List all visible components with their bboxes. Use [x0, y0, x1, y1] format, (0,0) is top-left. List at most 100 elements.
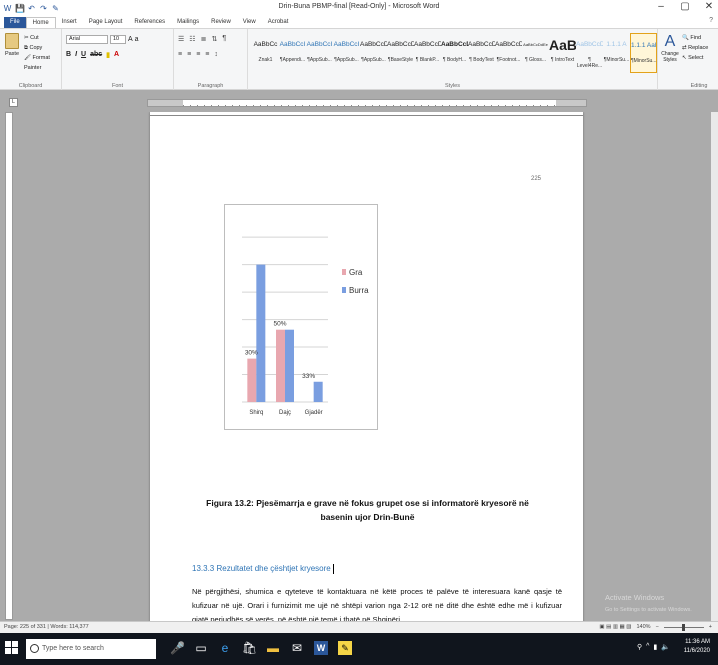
store-icon[interactable]: 🛍: [242, 641, 257, 655]
grow-font-icon[interactable]: A: [128, 36, 133, 43]
cut-button[interactable]: ✂ Cut: [24, 33, 61, 43]
style-item[interactable]: AaBbCcDc ¶AppSub...: [360, 33, 387, 73]
show-marks-icon[interactable]: ¶: [222, 35, 226, 43]
style-item[interactable]: AaBbCcD ¶ Level4Re...: [576, 33, 603, 73]
legend-swatch: [342, 269, 346, 275]
highlight-icon[interactable]: ▮: [106, 51, 110, 59]
clipboard-actions: ✂ Cut ⧉ Copy 🖌 Format Painter: [24, 33, 61, 73]
zoom-in-icon[interactable]: +: [709, 622, 712, 633]
tab-page-layout[interactable]: Page Layout: [83, 17, 129, 28]
find-button[interactable]: 🔍 Find: [682, 33, 708, 43]
close-button[interactable]: ✕: [702, 1, 716, 12]
document-page[interactable]: 225 Shirq Dajç Gjadër 30% 50% 33% Gra Burra Fig…: [150, 112, 583, 621]
tab-mailings[interactable]: Mailings: [171, 17, 205, 28]
style-item[interactable]: AaBbCcDc ¶ BlankP...: [414, 33, 441, 73]
view-buttons-icon[interactable]: ▣ ▤ ▥ ▦ ▧: [599, 622, 631, 633]
numbering-icon[interactable]: ☷: [189, 35, 195, 43]
change-styles-button[interactable]: A Change Styles: [658, 33, 682, 63]
style-item[interactable]: AaBbCcI ¶AppSub...: [333, 33, 360, 73]
font-color-icon[interactable]: A: [114, 51, 119, 59]
multilevel-list-icon[interactable]: ≣: [201, 35, 207, 43]
zoom-out-icon[interactable]: −: [656, 622, 659, 633]
style-sample: 1.1.1 A: [606, 41, 627, 48]
select-button[interactable]: ↖ Select: [682, 53, 708, 63]
line-spacing-icon[interactable]: ↕: [214, 51, 218, 58]
word-taskbar-icon[interactable]: W: [314, 641, 328, 655]
style-item[interactable]: AaBbCc Znak1: [252, 33, 279, 73]
style-item[interactable]: AaBbCcI ¶AppSub...: [306, 33, 333, 73]
strikethrough-icon[interactable]: abc: [90, 51, 102, 59]
style-item[interactable]: AaBbCcDc ¶Footnot...: [495, 33, 522, 73]
left-margin: [148, 100, 183, 106]
italic-icon[interactable]: I: [75, 51, 77, 59]
file-explorer-icon[interactable]: ▬: [266, 641, 280, 655]
tab-view[interactable]: View: [237, 17, 262, 28]
align-left-icon[interactable]: ≡: [178, 51, 182, 58]
justify-icon[interactable]: ≡: [205, 51, 209, 58]
style-item[interactable]: AaBbCcD ¶ BodyText: [468, 33, 495, 73]
mail-icon[interactable]: ✉: [290, 641, 304, 655]
style-sample: AaBbCcI: [279, 41, 306, 48]
chevron-up-icon[interactable]: ^: [646, 643, 649, 651]
align-right-icon[interactable]: ≡: [196, 51, 200, 58]
bold-icon[interactable]: B: [66, 51, 71, 59]
help-icon[interactable]: ?: [709, 17, 713, 24]
style-item[interactable]: AaBbCcD ¶ BodyH...: [441, 33, 468, 73]
style-item-selected[interactable]: 1.1.1 Aal ¶MinorSu...: [630, 33, 657, 73]
style-item[interactable]: AaBl ¶ IntroText: [549, 33, 576, 73]
tab-selector-button[interactable]: L: [9, 98, 18, 107]
tab-review[interactable]: Review: [205, 17, 237, 28]
speaker-icon[interactable]: 🔈: [661, 643, 670, 651]
word-count[interactable]: Words: 114,377: [50, 624, 88, 630]
people-icon[interactable]: ⚲: [637, 643, 642, 651]
styles-group: AaBbCc Znak1 AaBbCcI ¶Appendi... AaBbCcI ¶A…: [248, 29, 679, 90]
style-item[interactable]: AaBbCcDdEe ¶ Gloss...: [522, 33, 549, 73]
align-center-icon[interactable]: ≡: [187, 51, 191, 58]
sticky-notes-icon[interactable]: ✎: [338, 641, 352, 655]
copy-button[interactable]: ⧉ Copy: [24, 43, 61, 53]
paste-button[interactable]: Paste: [3, 33, 21, 71]
styles-group-label: Styles: [445, 83, 460, 89]
style-sample: AaBbCcD: [576, 41, 603, 48]
font-size-dropdown[interactable]: 10: [110, 35, 126, 44]
bullets-icon[interactable]: ☰: [178, 35, 184, 43]
style-item[interactable]: AaBbCcI ¶Appendi...: [279, 33, 306, 73]
section-heading[interactable]: 13.3.3 Rezultatet dhe çështjet kryesore: [192, 564, 334, 574]
maximize-button[interactable]: ▢: [678, 1, 692, 12]
tab-insert[interactable]: Insert: [56, 17, 83, 28]
zoom-slider[interactable]: [663, 624, 704, 631]
style-item[interactable]: 1.1.1 A ¶MinorSu...: [603, 33, 630, 73]
minimize-button[interactable]: –: [654, 1, 668, 12]
vertical-scrollbar[interactable]: [711, 112, 718, 621]
network-icon[interactable]: ▮: [653, 643, 657, 651]
save-icon[interactable]: 💾: [15, 4, 25, 13]
change-styles-label: Change Styles: [661, 51, 679, 63]
taskbar-search-input[interactable]: Type here to search: [26, 639, 156, 659]
data-label: 30%: [245, 350, 258, 357]
font-name-dropdown[interactable]: Arial: [66, 35, 108, 44]
underline-icon[interactable]: U: [81, 51, 86, 59]
windows-start-icon[interactable]: [5, 641, 19, 655]
shrink-font-icon[interactable]: a: [135, 36, 139, 43]
page-count[interactable]: Page: 225 of 331: [4, 624, 46, 630]
horizontal-ruler[interactable]: [147, 99, 587, 107]
sort-icon[interactable]: ⇅: [211, 35, 217, 43]
tab-acrobat[interactable]: Acrobat: [262, 17, 295, 28]
tab-file[interactable]: File: [4, 17, 26, 28]
style-item[interactable]: AaBbCcDc ¶BaseStyle: [387, 33, 414, 73]
clock[interactable]: 11:36 AM 11/6/2020: [684, 638, 710, 656]
mic-icon[interactable]: 🎤: [170, 641, 185, 655]
customize-icon[interactable]: ✎: [51, 4, 60, 13]
zoom-level[interactable]: 140%: [636, 622, 650, 633]
replace-button[interactable]: ⇄ Replace: [682, 43, 708, 53]
tab-home[interactable]: Home: [25, 17, 56, 28]
format-painter-button[interactable]: 🖌 Format Painter: [24, 53, 61, 73]
legend-label: Burra: [349, 286, 369, 295]
word-app-icon[interactable]: W: [3, 4, 12, 13]
redo-icon[interactable]: ↷: [39, 4, 48, 13]
body-paragraph[interactable]: Në përgjithësi, shumica e qyteteve të ko…: [192, 585, 562, 621]
tab-references[interactable]: References: [128, 17, 171, 28]
undo-icon[interactable]: ↶: [27, 4, 36, 13]
edge-browser-icon[interactable]: e: [218, 641, 232, 655]
task-view-icon[interactable]: ▭: [194, 641, 208, 655]
